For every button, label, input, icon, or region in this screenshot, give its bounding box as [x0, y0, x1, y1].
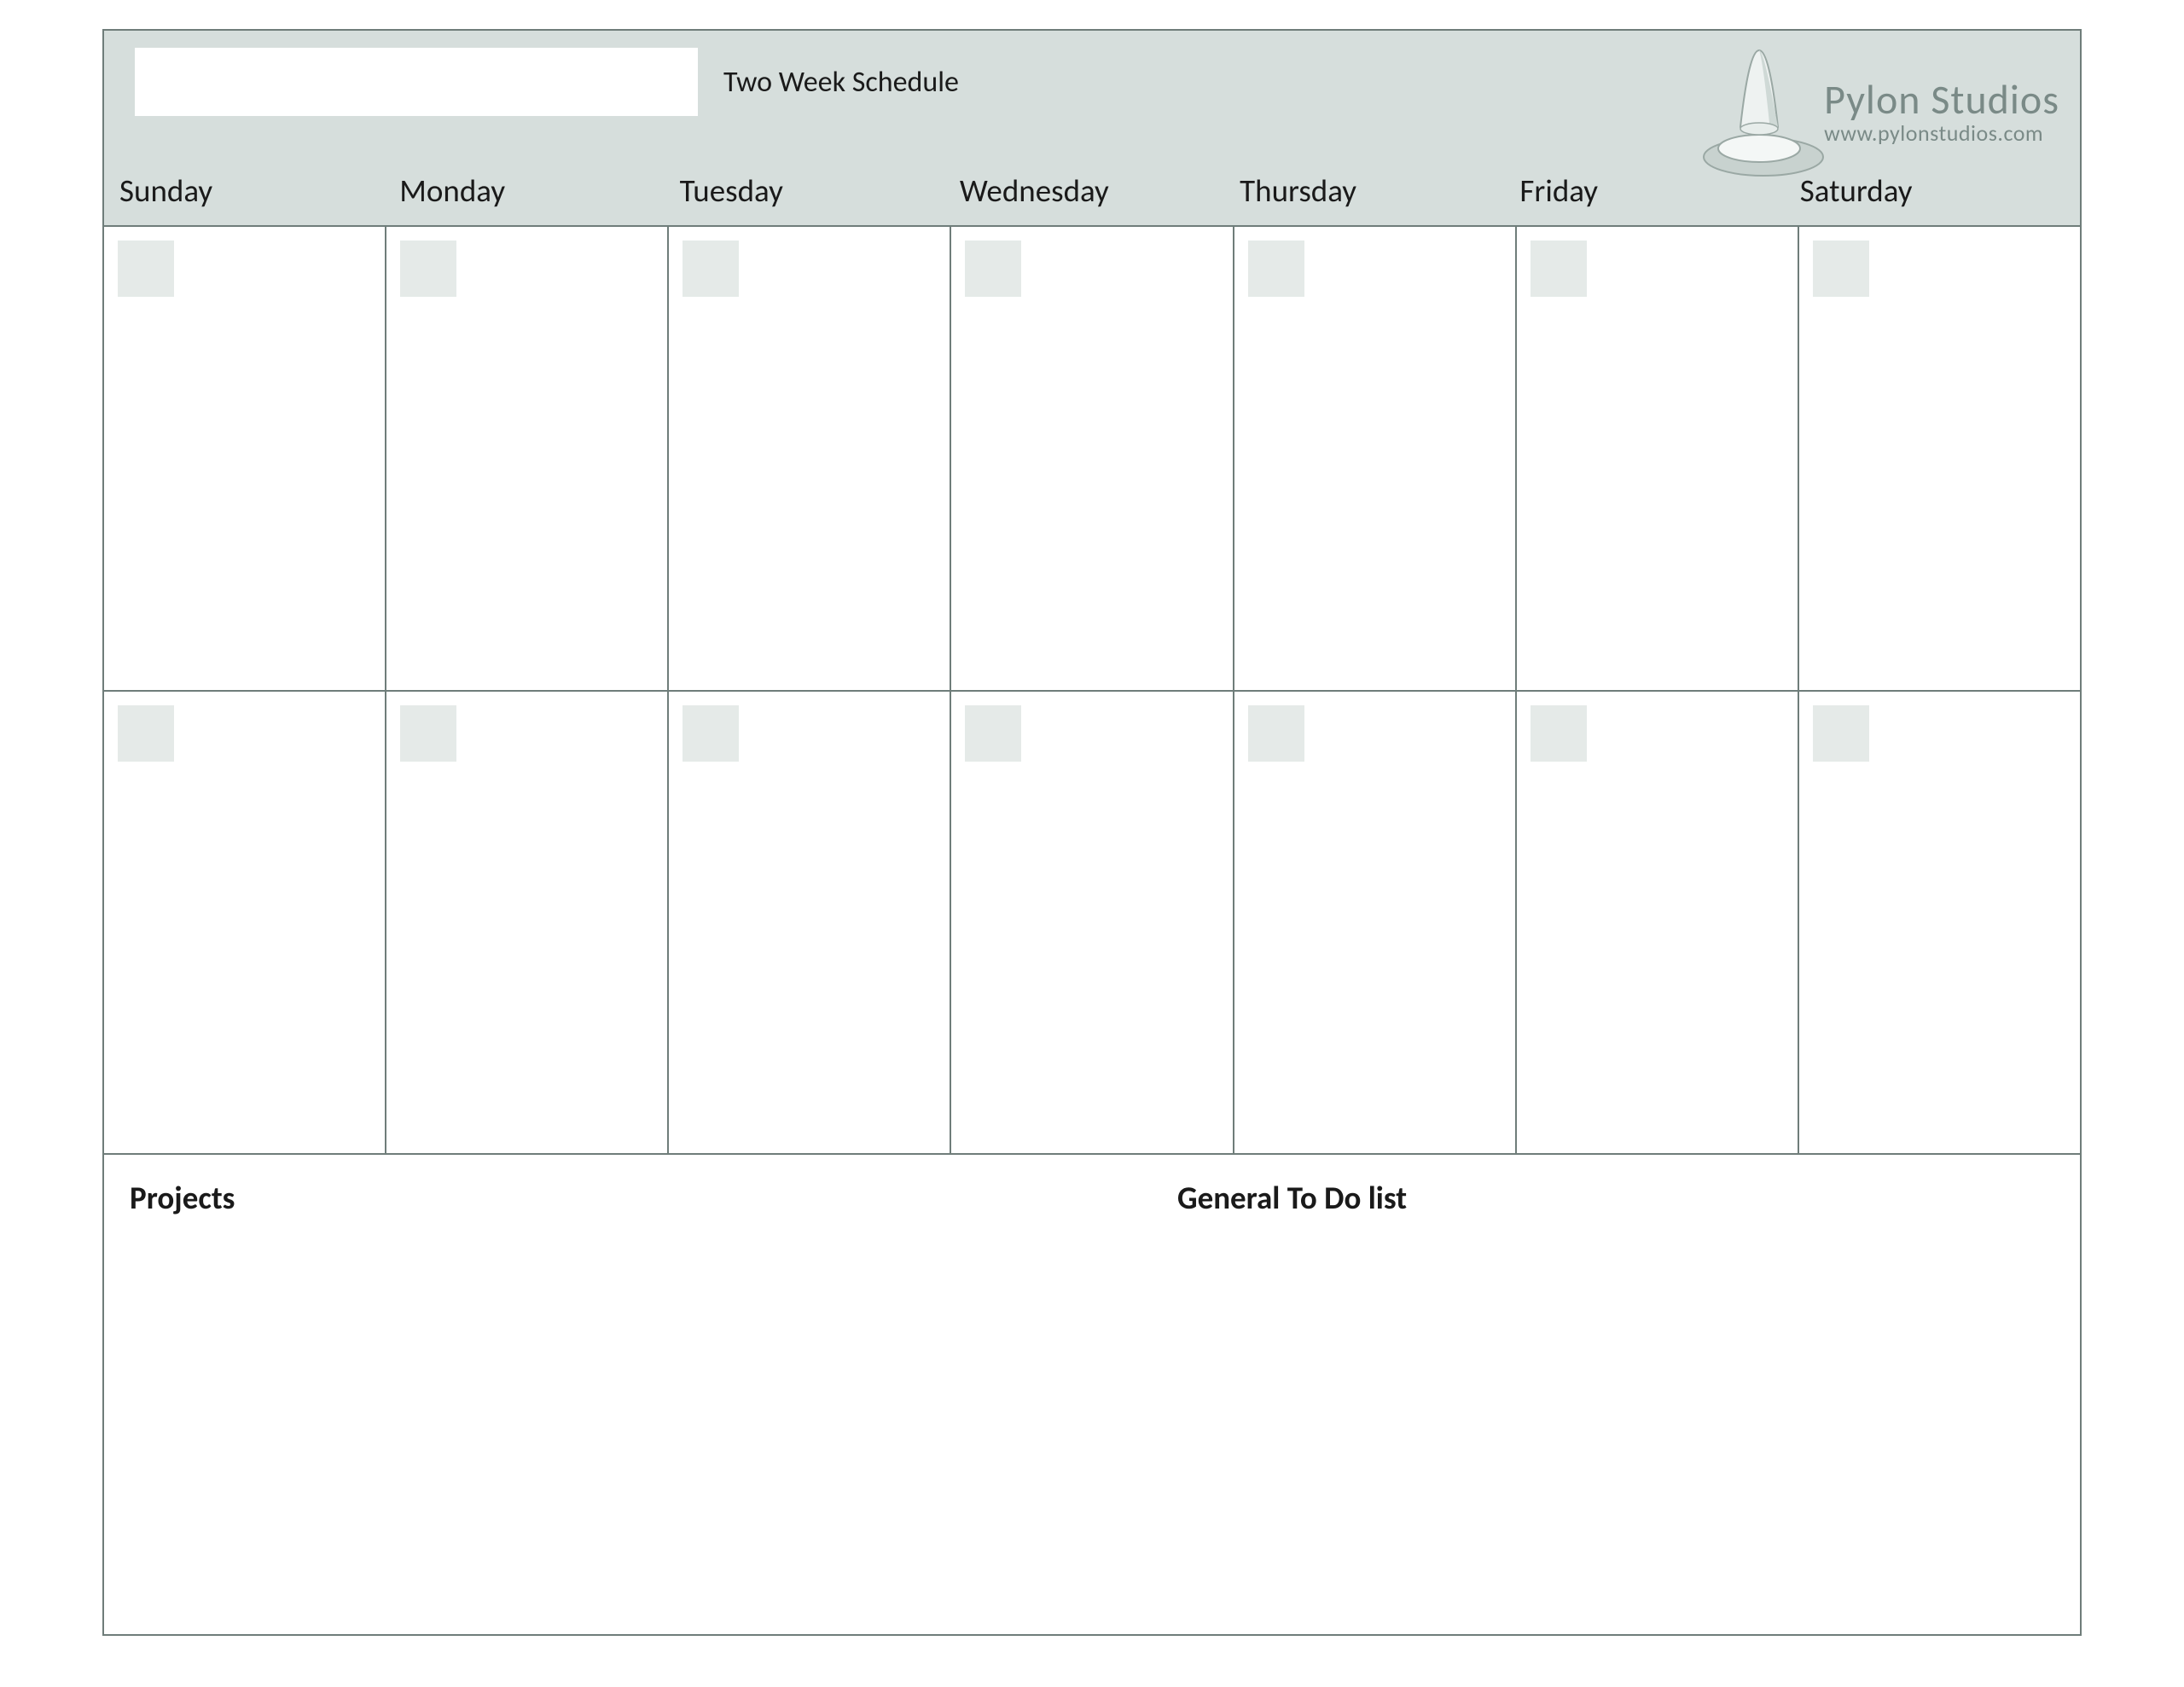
day-cell[interactable] — [104, 225, 386, 690]
day-header: Thursday — [1240, 171, 1519, 210]
brand-url: www.pylonstudios.com — [1824, 119, 2059, 147]
day-cell[interactable] — [669, 690, 951, 1155]
date-box[interactable] — [400, 705, 456, 762]
date-box[interactable] — [682, 241, 739, 297]
date-box[interactable] — [1531, 705, 1587, 762]
todo-section[interactable]: General To Do list — [1092, 1179, 2054, 1610]
day-cell[interactable] — [1799, 225, 2082, 690]
week-row — [104, 225, 2082, 690]
date-box[interactable] — [118, 705, 174, 762]
title-input[interactable] — [135, 48, 698, 116]
date-box[interactable] — [965, 241, 1021, 297]
date-box[interactable] — [1248, 241, 1304, 297]
day-cell[interactable] — [386, 690, 669, 1155]
day-cell[interactable] — [1517, 225, 1799, 690]
projects-section[interactable]: Projects — [130, 1179, 1092, 1610]
day-cell[interactable] — [951, 690, 1234, 1155]
date-box[interactable] — [1813, 241, 1869, 297]
day-header: Sunday — [119, 171, 399, 210]
day-cell[interactable] — [951, 225, 1234, 690]
day-cell[interactable] — [1234, 690, 1517, 1155]
week-row — [104, 690, 2082, 1155]
day-cell[interactable] — [386, 225, 669, 690]
date-box[interactable] — [1531, 241, 1587, 297]
day-cell[interactable] — [1234, 225, 1517, 690]
date-box[interactable] — [1813, 705, 1869, 762]
date-box[interactable] — [118, 241, 174, 297]
date-box[interactable] — [965, 705, 1021, 762]
day-cell[interactable] — [669, 225, 951, 690]
brand-logo: Pylon Studios www.pylonstudios.com — [1699, 38, 2059, 183]
projects-heading: Projects — [130, 1179, 1092, 1217]
day-cell[interactable] — [1799, 690, 2082, 1155]
calendar-grid — [102, 225, 2082, 1155]
brand-name: Pylon Studios — [1824, 74, 2059, 125]
cone-icon — [1699, 38, 1827, 183]
day-cell[interactable] — [1517, 690, 1799, 1155]
header: Two Week Schedule Pylon Studios www.pylo… — [102, 29, 2082, 225]
todo-heading: General To Do list — [1177, 1179, 2054, 1217]
footer-panel: Projects General To Do list — [102, 1155, 2082, 1636]
day-header: Wednesday — [960, 171, 1240, 210]
date-box[interactable] — [1248, 705, 1304, 762]
schedule-title: Two Week Schedule — [723, 65, 959, 100]
day-header: Monday — [399, 171, 679, 210]
day-header: Tuesday — [680, 171, 960, 210]
date-box[interactable] — [400, 241, 456, 297]
day-cell[interactable] — [104, 690, 386, 1155]
date-box[interactable] — [682, 705, 739, 762]
